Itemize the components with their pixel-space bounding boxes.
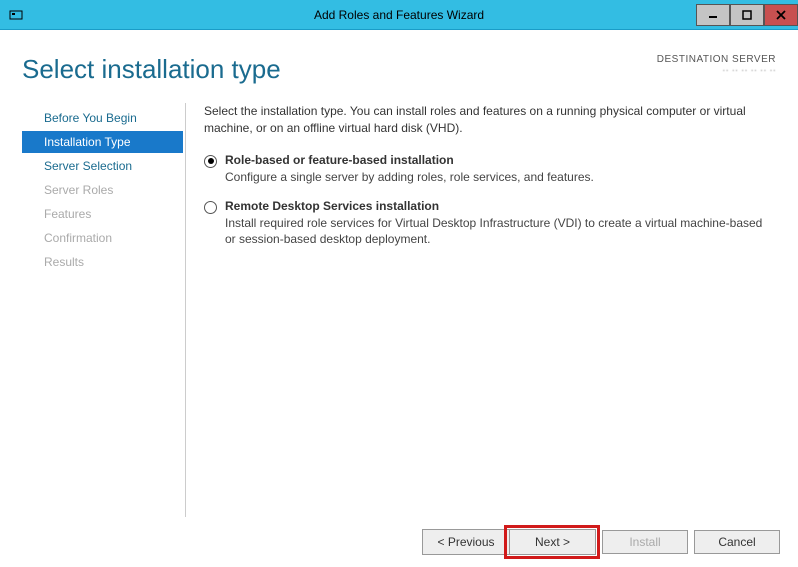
sidebar-item-server-roles: Server Roles: [22, 179, 183, 201]
radio-remote-desktop[interactable]: [204, 201, 217, 214]
sidebar-item-before-you-begin[interactable]: Before You Begin: [22, 107, 183, 129]
page-title: Select installation type: [22, 54, 281, 85]
sidebar-item-features: Features: [22, 203, 183, 225]
sidebar-item-confirmation: Confirmation: [22, 227, 183, 249]
intro-text: Select the installation type. You can in…: [204, 103, 776, 137]
option-remote-desktop[interactable]: Remote Desktop Services installation Ins…: [204, 199, 776, 247]
nav-button-pair: < Previous Next >: [422, 529, 596, 555]
previous-button[interactable]: < Previous: [423, 530, 509, 554]
install-button: Install: [602, 530, 688, 554]
app-icon: [6, 5, 26, 25]
option-role-based[interactable]: Role-based or feature-based installation…: [204, 153, 776, 185]
window-title: Add Roles and Features Wizard: [0, 8, 798, 22]
minimize-button[interactable]: [696, 4, 730, 26]
sidebar-item-server-selection[interactable]: Server Selection: [22, 155, 183, 177]
cancel-button[interactable]: Cancel: [694, 530, 780, 554]
wizard-footer: < Previous Next > Install Cancel: [0, 517, 798, 567]
option-desc: Configure a single server by adding role…: [225, 169, 776, 185]
option-desc: Install required role services for Virtu…: [225, 215, 776, 247]
body-row: Before You Begin Installation Type Serve…: [22, 103, 776, 517]
wizard-content: Select installation type DESTINATION SER…: [0, 30, 798, 517]
wizard-steps-sidebar: Before You Begin Installation Type Serve…: [22, 103, 186, 517]
sidebar-item-installation-type[interactable]: Installation Type: [22, 131, 183, 153]
destination-value: ·· ·· ·· ·· ·· ··: [657, 65, 776, 76]
sidebar-item-results: Results: [22, 251, 183, 273]
destination-label: DESTINATION SERVER: [657, 54, 776, 65]
option-title: Remote Desktop Services installation: [225, 199, 776, 213]
maximize-button[interactable]: [730, 4, 764, 26]
radio-role-based[interactable]: [204, 155, 217, 168]
window-controls: [696, 4, 798, 26]
main-panel: Select the installation type. You can in…: [186, 103, 776, 517]
option-title: Role-based or feature-based installation: [225, 153, 776, 167]
destination-block: DESTINATION SERVER ·· ·· ·· ·· ·· ··: [657, 54, 776, 76]
titlebar: Add Roles and Features Wizard: [0, 0, 798, 30]
header-row: Select installation type DESTINATION SER…: [22, 54, 776, 85]
close-button[interactable]: [764, 4, 798, 26]
next-button[interactable]: Next >: [509, 530, 595, 554]
option-body: Role-based or feature-based installation…: [225, 153, 776, 185]
option-body: Remote Desktop Services installation Ins…: [225, 199, 776, 247]
